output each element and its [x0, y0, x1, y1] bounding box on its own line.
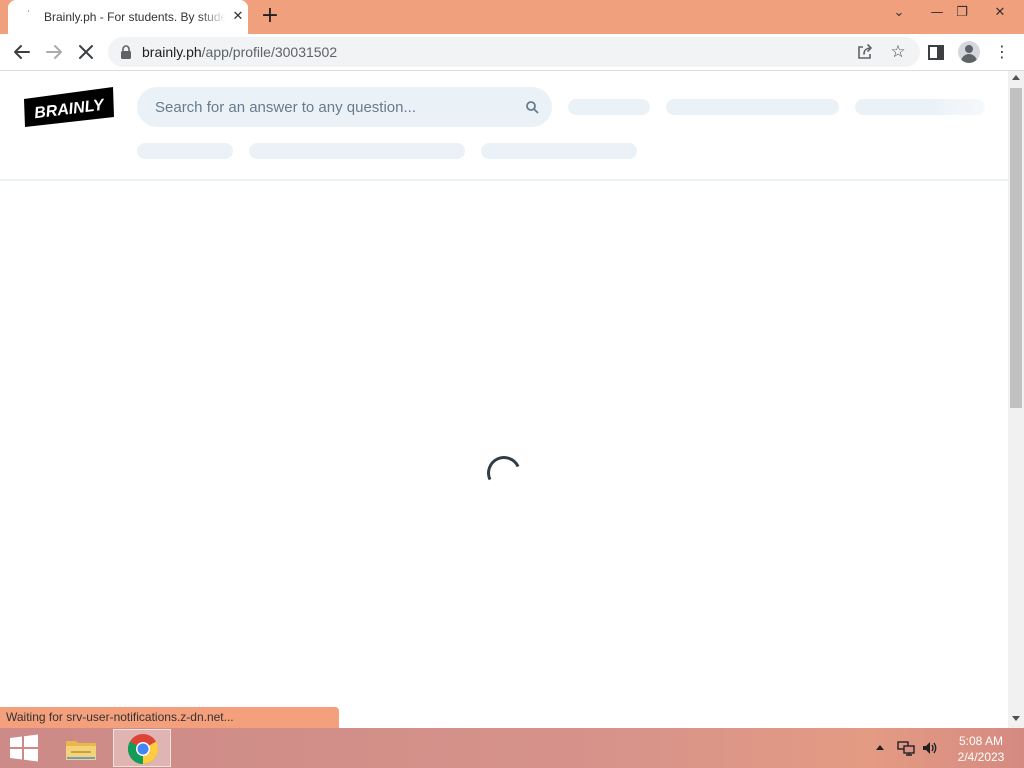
url-path: /app/profile/30031502 [201, 44, 338, 60]
windows-start-icon[interactable] [8, 734, 40, 762]
subnav-skeleton-placeholder [137, 143, 233, 159]
close-icon [79, 45, 93, 59]
window-close-button[interactable]: ✕ [980, 2, 1020, 24]
show-hidden-icons-icon[interactable] [876, 745, 884, 750]
taskbar-clock[interactable]: 5:08 AM 2/4/2023 [946, 733, 1016, 765]
taskbar-google-chrome[interactable] [113, 729, 171, 767]
page-scrollbar[interactable] [1008, 71, 1024, 728]
profile-avatar-icon[interactable] [958, 41, 980, 63]
share-icon[interactable] [856, 43, 874, 61]
page-viewport: BRAINLY [0, 71, 1008, 728]
tab-search-icon[interactable]: ⌄ [888, 2, 910, 24]
bookmark-star-icon[interactable]: ☆ [888, 42, 908, 62]
side-panel-icon[interactable] [928, 45, 944, 60]
stop-loading-button[interactable] [72, 38, 100, 66]
brainly-logo[interactable]: BRAINLY [24, 87, 114, 127]
clock-date: 2/4/2023 [957, 750, 1005, 764]
lock-icon[interactable] [120, 45, 132, 59]
nav-skeleton-placeholder [855, 99, 985, 115]
subnav-skeleton-placeholder [249, 143, 465, 159]
new-tab-button[interactable]: + [258, 5, 282, 29]
scroll-down-arrow-icon[interactable] [1012, 716, 1020, 721]
minimize-button[interactable]: — [926, 2, 948, 24]
arrow-right-icon [46, 45, 62, 59]
more-menu-icon[interactable]: ⋮ [994, 42, 1010, 64]
address-bar[interactable]: brainly.ph/app/profile/30031502 ☆ [108, 37, 920, 67]
loading-spinner [482, 451, 526, 495]
browser-toolbar: brainly.ph/app/profile/30031502 ☆ ⋮ [0, 34, 1024, 71]
tab-title: Brainly.ph - For students. By students. [44, 10, 226, 24]
tab-active[interactable]: ˙ Brainly.ph - For students. By students… [8, 0, 248, 34]
nav-skeleton-placeholder [568, 99, 650, 115]
status-bubble: Waiting for srv-user-notifications.z-dn.… [0, 707, 339, 728]
url-domain: brainly.ph [142, 44, 202, 60]
url-text[interactable]: brainly.ph/app/profile/30031502 [142, 44, 337, 60]
chrome-icon [127, 734, 159, 765]
folder-icon [66, 741, 96, 760]
subnav-skeleton-placeholder [481, 143, 637, 159]
clock-time: 5:08 AM [958, 734, 1004, 748]
network-icon[interactable] [897, 740, 915, 756]
back-button[interactable] [8, 38, 36, 66]
arrow-left-icon [14, 45, 30, 59]
forward-button[interactable] [40, 38, 68, 66]
tab-close-icon[interactable]: ✕ [230, 9, 246, 25]
restore-button[interactable]: ❐ [950, 2, 974, 24]
scrollbar-thumb[interactable] [1010, 88, 1022, 408]
search-icon[interactable] [525, 100, 539, 114]
scroll-up-arrow-icon[interactable] [1012, 75, 1020, 80]
volume-icon[interactable] [921, 740, 939, 756]
favicon-icon: ˙ [26, 10, 31, 21]
taskbar-file-explorer[interactable] [52, 729, 110, 767]
search-bar[interactable] [137, 87, 552, 127]
nav-skeleton-placeholder [666, 99, 839, 115]
site-header: BRAINLY [0, 71, 1008, 181]
windows-taskbar: 5:08 AM 2/4/2023 [0, 728, 1024, 768]
search-input[interactable] [155, 87, 515, 127]
browser-title-bar: ˙ Brainly.ph - For students. By students… [0, 0, 1024, 34]
